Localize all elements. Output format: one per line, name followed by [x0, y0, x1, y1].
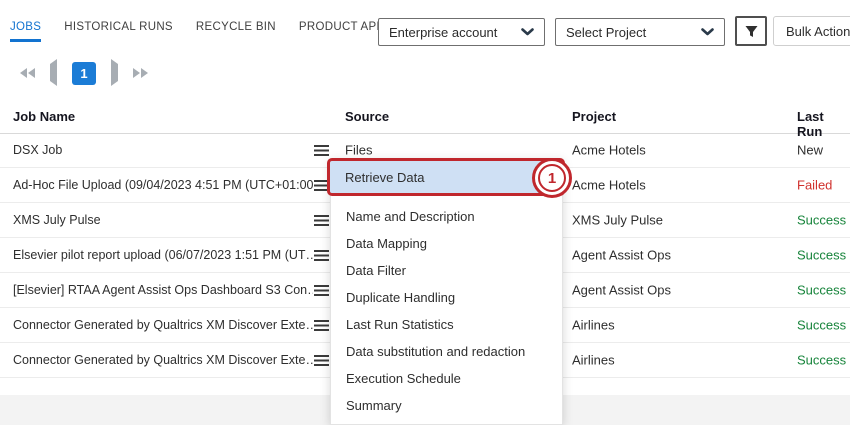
menu-item-data-mapping[interactable]: Data Mapping — [331, 230, 562, 257]
menu-item-data-substitution-and-redaction[interactable]: Data substitution and redaction — [331, 338, 562, 365]
job-name: Connector Generated by Qualtrics XM Disc… — [13, 353, 313, 367]
funnel-icon — [744, 24, 759, 39]
job-name: XMS July Pulse — [13, 213, 313, 227]
job-name: DSX Job — [13, 143, 313, 157]
tab-historical-runs[interactable]: HISTORICAL RUNS — [64, 21, 173, 39]
project-value: Agent Assist Ops — [572, 283, 671, 298]
last-run-value: Success — [797, 283, 846, 298]
status-badge: Success — [797, 353, 846, 368]
last-run-value: New — [797, 143, 823, 158]
menu-item-label: Retrieve Data — [345, 170, 424, 185]
last-run-value: Success — [797, 248, 846, 263]
current-page-button[interactable]: 1 — [72, 62, 96, 85]
status-badge: Success — [797, 248, 846, 263]
row-menu-icon[interactable] — [314, 145, 329, 156]
row-menu-icon[interactable] — [314, 285, 329, 296]
top-tab-bar: JOBS HISTORICAL RUNS RECYCLE BIN PRODUCT… — [10, 21, 424, 42]
job-name: Ad-Hoc File Upload (09/04/2023 4:51 PM (… — [13, 178, 313, 192]
last-run-value: Success — [797, 318, 846, 333]
status-badge: New — [797, 143, 823, 158]
last-page-icon[interactable] — [133, 68, 148, 78]
filter-button[interactable] — [735, 16, 767, 46]
last-run-value: Failed — [797, 178, 832, 193]
project-value: Airlines — [572, 353, 615, 368]
row-menu-icon[interactable] — [314, 320, 329, 331]
table-header: Job Name Source Project Last Run — [0, 105, 850, 134]
project-dropdown-value: Select Project — [566, 25, 646, 40]
job-name: Elsevier pilot report upload (06/07/2023… — [13, 248, 313, 262]
account-dropdown[interactable]: Enterprise account — [378, 18, 545, 46]
status-badge: Failed — [797, 178, 832, 193]
project-value: XMS July Pulse — [572, 213, 663, 228]
project-dropdown[interactable]: Select Project — [555, 18, 725, 46]
chevron-down-icon — [701, 28, 714, 36]
bulk-actions-label: Bulk Actions — [786, 24, 850, 39]
annotation-step-number: 1 — [538, 164, 566, 192]
menu-items: Name and Description Data Mapping Data F… — [331, 198, 562, 419]
status-badge: Success — [797, 213, 846, 228]
chevron-down-icon — [521, 28, 534, 36]
menu-item-data-filter[interactable]: Data Filter — [331, 257, 562, 284]
first-page-icon[interactable] — [20, 68, 35, 78]
menu-item-summary[interactable]: Summary — [331, 392, 562, 419]
tab-jobs[interactable]: JOBS — [10, 21, 41, 42]
column-header-job-name: Job Name — [13, 109, 75, 124]
job-context-menu: Name and Description Data Mapping Data F… — [330, 159, 563, 425]
source-value: Files — [345, 143, 372, 158]
project-value: Acme Hotels — [572, 143, 646, 158]
column-header-project: Project — [572, 109, 616, 124]
tab-recycle-bin[interactable]: RECYCLE BIN — [196, 21, 276, 39]
row-menu-icon[interactable] — [314, 215, 329, 226]
pagination: 1 — [20, 61, 148, 85]
row-menu-icon[interactable] — [314, 250, 329, 261]
menu-item-execution-schedule[interactable]: Execution Schedule — [331, 365, 562, 392]
project-value: Airlines — [572, 318, 615, 333]
row-menu-icon[interactable] — [314, 355, 329, 366]
column-header-source: Source — [345, 109, 389, 124]
project-value: Agent Assist Ops — [572, 248, 671, 263]
project-value: Acme Hotels — [572, 178, 646, 193]
last-run-value: Success — [797, 353, 846, 368]
job-name: Connector Generated by Qualtrics XM Disc… — [13, 318, 313, 332]
last-run-value: Success — [797, 213, 846, 228]
menu-item-name-and-description[interactable]: Name and Description — [331, 203, 562, 230]
account-dropdown-value: Enterprise account — [389, 25, 497, 40]
previous-page-icon[interactable] — [50, 64, 57, 82]
status-badge: Success — [797, 318, 846, 333]
jobs-page: JOBS HISTORICAL RUNS RECYCLE BIN PRODUCT… — [0, 0, 850, 425]
menu-item-retrieve-data[interactable]: Retrieve Data — [327, 158, 565, 196]
menu-item-last-run-statistics[interactable]: Last Run Statistics — [331, 311, 562, 338]
bulk-actions-button[interactable]: Bulk Actions — [773, 16, 850, 46]
next-page-icon[interactable] — [111, 64, 118, 82]
job-name: [Elsevier] RTAA Agent Assist Ops Dashboa… — [13, 283, 313, 297]
status-badge: Success — [797, 283, 846, 298]
annotation-step-badge: 1 — [532, 158, 572, 198]
menu-item-duplicate-handling[interactable]: Duplicate Handling — [331, 284, 562, 311]
